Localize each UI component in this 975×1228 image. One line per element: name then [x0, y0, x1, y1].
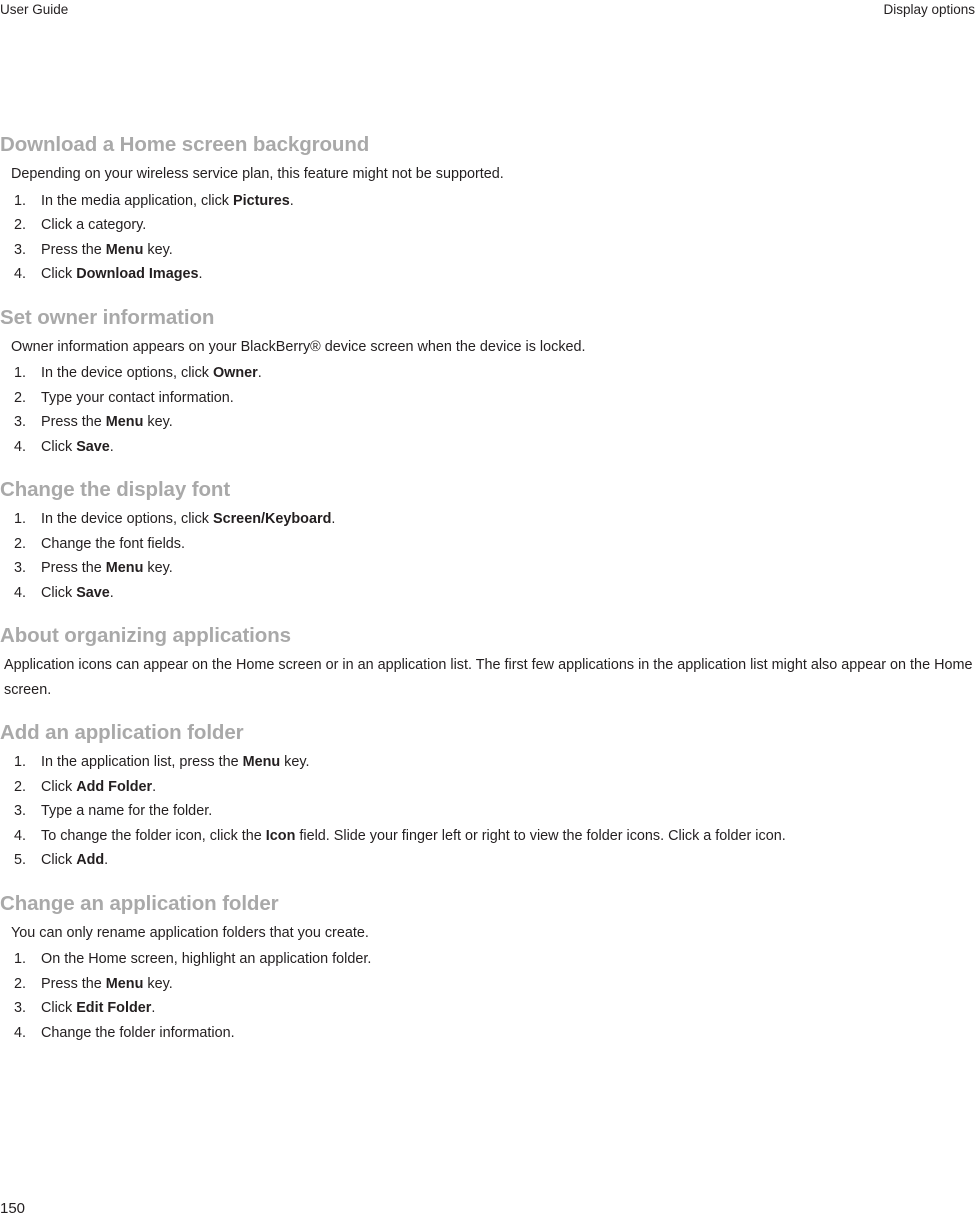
step-number: 2. [14, 389, 27, 406]
step-number: 4. [14, 1024, 27, 1041]
step-number: 3. [14, 803, 27, 819]
step-text: Click Save. [41, 438, 114, 455]
step-number: 3. [14, 560, 27, 576]
step-item: 2. Press the Menu key. [0, 972, 975, 997]
step-number: 4. [14, 584, 27, 601]
step-text: Press the Menu key. [41, 560, 173, 576]
step-text: Click Save. [41, 584, 114, 601]
running-header-left: User Guide [0, 2, 69, 17]
section: About organizing applications Application… [0, 623, 975, 702]
step-item: 4. Change the folder information. [0, 1021, 975, 1046]
section: Change the display font 1. In the device o… [0, 477, 975, 605]
section-heading: Change an application folder [0, 891, 279, 915]
step-list: 1. In the device options, click Screen/Ke… [0, 507, 975, 605]
step-number: 4. [14, 266, 27, 282]
step-text: Type your contact information. [41, 389, 234, 406]
section-heading: Change the display font [0, 478, 231, 501]
section: Change an application folder You can only… [0, 891, 975, 1046]
step-number: 2. [14, 535, 27, 552]
section-intro: You can only rename application folders … [11, 924, 369, 941]
section-heading: Add an application folder [0, 721, 244, 744]
step-item: 4. Click Download Images. [0, 262, 975, 287]
step-number: 3. [14, 414, 27, 430]
step-number: 3. [14, 241, 27, 258]
step-item: 3. Press the Menu key. [0, 238, 975, 263]
step-text: Click Download Images. [41, 266, 203, 282]
step-number: 1. [14, 511, 27, 527]
step-text: Click a category. [41, 217, 147, 233]
step-text: On the Home screen, highlight an applica… [41, 951, 372, 967]
step-number: 5. [14, 852, 27, 868]
step-item: 3. Type a name for the folder. [0, 799, 975, 824]
step-item: 2. Click a category. [0, 213, 975, 238]
step-item: 3. Press the Menu key. [0, 556, 975, 581]
step-text: To change the folder icon, click the Ico… [41, 827, 786, 844]
step-number: 2. [14, 975, 27, 992]
step-item: 4. Click Save. [0, 435, 975, 460]
section-heading: About organizing applications [0, 624, 291, 647]
running-header: User Guide Display options [0, 0, 975, 26]
step-item: 2. Click Add Folder. [0, 775, 975, 800]
step-text: In the device options, click Owner. [41, 365, 262, 381]
step-item: 4. Click Save. [0, 581, 975, 606]
step-item: 2. Change the font fields. [0, 532, 975, 557]
step-text: Change the font fields. [41, 535, 186, 552]
step-text: Click Edit Folder. [41, 1000, 156, 1016]
step-list: 1. In the application list, press the Men… [0, 750, 975, 873]
step-text: In the device options, click Screen/Keyb… [41, 511, 336, 527]
step-item: 4. To change the folder icon, click the I… [0, 824, 975, 849]
step-item: 5. Click Add. [0, 848, 975, 873]
step-number: 1. [14, 951, 27, 967]
page-number: 150 [0, 1200, 26, 1217]
step-list: 1. In the device options, click Owner. 2. T… [0, 361, 975, 459]
step-item: 1. In the media application, click Pictur… [0, 189, 975, 214]
section-paragraph: Application icons can appear on the Home… [4, 657, 973, 698]
step-number: 2. [14, 217, 27, 233]
section: Add an application folder 1. In the applic… [0, 720, 975, 873]
step-text: Change the folder information. [41, 1024, 235, 1041]
running-header-right: Display options [883, 2, 975, 17]
step-number: 4. [14, 438, 27, 455]
step-item: 3. Click Edit Folder. [0, 996, 975, 1021]
section-heading: Set owner information [0, 305, 215, 329]
step-number: 3. [14, 1000, 27, 1016]
step-item: 1. In the application list, press the Men… [0, 750, 975, 775]
step-text: Click Add Folder. [41, 778, 157, 795]
step-number: 1. [14, 754, 27, 770]
step-list: 1. In the media application, click Pictur… [0, 189, 975, 287]
step-item: 1. On the Home screen, highlight an appli… [0, 947, 975, 972]
section-intro: Depending on your wireless service plan,… [11, 166, 504, 182]
step-item: 1. In the device options, click Owner. [0, 361, 975, 386]
step-number: 1. [14, 365, 27, 381]
step-number: 4. [14, 827, 27, 844]
section-intro: Owner information appears on your BlackB… [11, 338, 586, 355]
section: Download a Home screen background Dependi… [0, 132, 975, 287]
step-text: Click Add. [41, 852, 109, 868]
step-text: In the application list, press the Menu … [41, 754, 310, 770]
step-list: 1. On the Home screen, highlight an appli… [0, 947, 975, 1045]
document-content: Download a Home screen background Dependi… [0, 132, 975, 1063]
step-text: Press the Menu key. [41, 241, 173, 258]
page-footer: 150 [0, 1200, 975, 1218]
step-item: 1. In the device options, click Screen/Ke… [0, 507, 975, 532]
step-number: 2. [14, 778, 27, 795]
step-text: Type a name for the folder. [41, 803, 213, 819]
section-heading: Download a Home screen background [0, 133, 370, 156]
section: Set owner information Owner information a… [0, 305, 975, 460]
document-page: User Guide Display options Download a Ho… [0, 0, 975, 1228]
step-text: Press the Menu key. [41, 975, 173, 992]
step-item: 2. Type your contact information. [0, 386, 975, 411]
step-item: 3. Press the Menu key. [0, 410, 975, 435]
step-number: 1. [14, 192, 27, 209]
step-text: In the media application, click Pictures… [41, 192, 294, 209]
step-text: Press the Menu key. [41, 414, 173, 430]
